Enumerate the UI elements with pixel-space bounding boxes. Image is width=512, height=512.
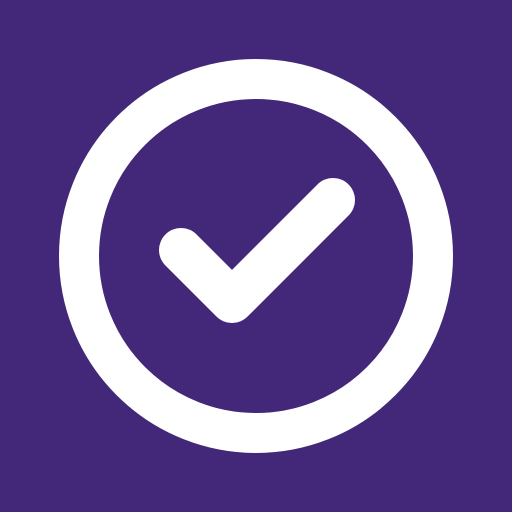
check-circle-icon [0,0,512,512]
app-icon [0,0,512,512]
